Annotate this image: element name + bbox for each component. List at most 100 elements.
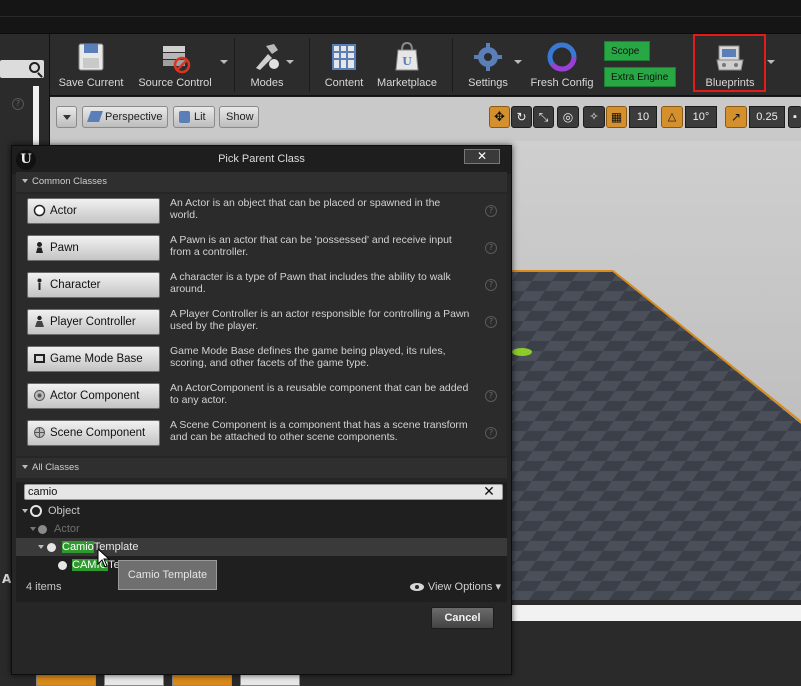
tree-row-object[interactable]: Object	[16, 502, 507, 520]
common-classes-header[interactable]: Common Classes	[16, 172, 507, 192]
perspective-button[interactable]: Perspective	[82, 106, 168, 128]
chevron-down-icon	[62, 114, 71, 120]
modes-button[interactable]: Modes	[240, 34, 294, 96]
world-space-icon[interactable]: ◎	[557, 106, 579, 128]
character-icon	[37, 278, 42, 290]
actor-class-icon	[38, 525, 47, 534]
actor-button[interactable]: Actor	[27, 198, 160, 224]
viewport-layout-icon[interactable]: ▪	[788, 106, 801, 128]
expand-arrow-icon[interactable]	[30, 527, 36, 531]
content-button[interactable]: Content	[316, 34, 372, 96]
chevron-down-icon[interactable]	[767, 60, 775, 64]
clear-search-icon[interactable]: ✕	[482, 485, 496, 499]
tree-row-camio-text[interactable]: CAMIOText	[16, 556, 507, 574]
help-icon[interactable]: ?	[485, 390, 497, 402]
game-mode-base-button[interactable]: Game Mode Base	[27, 346, 160, 372]
class-search-field[interactable]: ✕	[24, 484, 503, 500]
character-description: A character is a type of Pawn that inclu…	[170, 271, 451, 295]
search-icon	[29, 62, 40, 73]
actor-component-label: Actor Component	[50, 390, 140, 402]
view-options-button[interactable]: View Options ▾	[409, 576, 501, 598]
actor-component-button[interactable]: Actor Component	[27, 383, 160, 409]
character-button[interactable]: Character	[27, 272, 160, 298]
chevron-down-icon[interactable]	[514, 60, 522, 64]
tree-row-camio-template[interactable]: CamioTemplate	[16, 538, 507, 556]
collapse-arrow-icon	[22, 465, 28, 470]
pawn-label: Pawn	[50, 242, 79, 254]
fresh-config-icon	[547, 42, 577, 72]
class-search-input[interactable]	[28, 485, 468, 499]
bottom-scrollbar[interactable]	[510, 605, 801, 621]
help-icon[interactable]: ?	[12, 98, 24, 110]
tree-row-actor[interactable]: Actor	[16, 520, 507, 538]
help-icon[interactable]: ?	[485, 205, 497, 217]
scene-component-label: Scene Component	[50, 427, 146, 439]
lit-button[interactable]: Lit	[173, 106, 215, 128]
scale-snap-value[interactable]: 0.25	[749, 106, 785, 128]
scene-component-description: A Scene Component is a component that ha…	[170, 419, 468, 443]
expand-arrow-icon[interactable]	[22, 509, 28, 513]
rotate-tool-icon[interactable]: ↻	[511, 106, 532, 128]
fresh-config-button[interactable]: Fresh Config	[526, 34, 598, 96]
scale-snap-icon[interactable]: ↗	[725, 106, 747, 128]
rotation-snap-value[interactable]: 10°	[685, 106, 717, 128]
help-icon[interactable]: ?	[485, 316, 497, 328]
marketplace-button[interactable]: U Marketplace	[372, 34, 442, 96]
scene-component-button[interactable]: Scene Component	[27, 420, 160, 446]
class-row-actor-component: Actor Component An ActorComponent is a r…	[16, 379, 507, 416]
all-classes-header[interactable]: All Classes	[16, 458, 507, 478]
item-count: 4 items	[26, 581, 62, 593]
save-current-label: Save Current	[58, 77, 124, 89]
settings-button[interactable]: Settings	[460, 34, 522, 96]
fresh-config-label: Fresh Config	[530, 77, 594, 89]
pawn-description: A Pawn is an actor that can be 'possesse…	[170, 234, 452, 258]
show-button[interactable]: Show	[219, 106, 259, 128]
blueprints-highlight-box	[693, 34, 766, 92]
close-button[interactable]: ✕	[464, 149, 500, 164]
modes-icon	[256, 44, 279, 70]
cancel-button[interactable]: Cancel	[431, 607, 494, 629]
expand-arrow-icon[interactable]	[38, 545, 44, 549]
left-search-input[interactable]	[0, 60, 44, 78]
extra-engine-button[interactable]: Extra Engine	[604, 67, 676, 87]
editor-window: ? A Save Current Source Control Modes Co…	[0, 0, 801, 686]
help-icon[interactable]: ?	[485, 242, 497, 254]
pawn-icon	[36, 242, 43, 253]
player-controller-button[interactable]: Player Controller	[27, 309, 160, 335]
class-tooltip: Camio Template	[118, 560, 217, 590]
save-current-button[interactable]: Save Current	[54, 34, 128, 96]
scale-tool-icon[interactable]: ⤡	[533, 106, 554, 128]
viewport-options-button[interactable]	[56, 106, 77, 128]
class-row-game-mode-base: Game Mode Base Game Mode Base defines th…	[16, 342, 507, 379]
chevron-down-icon[interactable]	[286, 60, 294, 64]
content-label: Content	[324, 77, 364, 89]
object-class-icon	[30, 505, 42, 517]
perspective-icon	[86, 111, 104, 122]
dialog-title: Pick Parent Class	[218, 153, 305, 165]
title-strip	[0, 0, 801, 34]
help-icon[interactable]: ?	[485, 279, 497, 291]
help-icon[interactable]: ?	[485, 427, 497, 439]
source-control-button[interactable]: Source Control	[130, 34, 228, 96]
player-controller-description: A Player Controller is an actor responsi…	[170, 308, 470, 332]
lit-label: Lit	[194, 111, 206, 123]
scope-button[interactable]: Scope	[604, 41, 650, 61]
pawn-button[interactable]: Pawn	[27, 235, 160, 261]
dialog-title-bar[interactable]: U Pick Parent Class ✕	[12, 146, 511, 174]
surface-snap-icon[interactable]: ✧	[583, 106, 605, 128]
viewport-toolbar: Perspective Lit Show ✥ ↻ ⤡ ◎ ✧ ▦ 10 △ 10…	[50, 97, 801, 141]
move-tool-icon[interactable]: ✥	[489, 106, 510, 128]
camio-template-class-icon	[47, 543, 56, 552]
rotation-snap-icon[interactable]: △	[661, 106, 683, 128]
view-options-label: View Options	[427, 581, 493, 593]
all-classes-label: All Classes	[32, 462, 79, 473]
grid-snap-icon[interactable]: ▦	[606, 106, 627, 128]
actor-icon	[33, 204, 46, 217]
source-control-label: Source Control	[138, 77, 212, 89]
class-row-character: Character A character is a type of Pawn …	[16, 268, 507, 305]
chevron-down-icon[interactable]	[220, 60, 228, 64]
save-icon	[78, 43, 104, 71]
common-classes-list: Actor An Actor is an object that can be …	[16, 194, 507, 456]
grid-snap-value[interactable]: 10	[629, 106, 657, 128]
game-mode-icon	[34, 354, 45, 363]
